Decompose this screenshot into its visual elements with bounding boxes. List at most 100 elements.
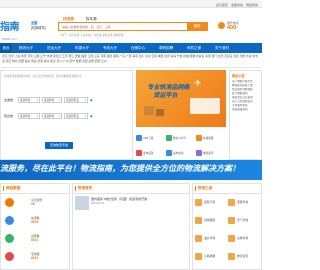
site-domain: 56888.com xyxy=(2,37,17,41)
quick-link[interactable]: 物流资讯 xyxy=(196,148,226,159)
route-search-tip: 请选择出发地和目的地，然后点击查询按钮，即可查看物流专线信息 xyxy=(4,75,82,78)
cargo-icon xyxy=(136,149,142,156)
news-section: 物流资讯 国内首条“中欧”班列（东盟）货运专线开通... 2023-06-12 xyxy=(72,183,190,270)
phone-icon xyxy=(218,22,225,29)
section-header: 物流工具 xyxy=(193,184,261,194)
top-bar: 设为首页 收藏本站 网站导航 xyxy=(0,0,262,8)
notice-item[interactable]: 隐私政策说明 xyxy=(232,108,259,112)
link-set-home[interactable]: 设为首页 xyxy=(216,3,228,7)
news-item[interactable]: 国内首条“中欧”班列（东盟）货运专线开通... 2023-06-12 xyxy=(75,196,187,214)
nav-item-logistics-hall[interactable]: 物流大厅 xyxy=(12,43,40,53)
wechat-icon xyxy=(166,135,172,142)
hotline-number: 400- xyxy=(227,25,239,31)
quick-link[interactable]: APP下载 xyxy=(136,133,166,144)
switch-city-link[interactable]: [切换城市] xyxy=(31,26,49,31)
quick-link[interactable]: 微信公众号 xyxy=(166,133,196,144)
route-search-button[interactable]: 查询物流专线 xyxy=(45,142,73,149)
news-thumbnail xyxy=(75,196,89,210)
to-district-select[interactable]: 请选择区县 xyxy=(64,113,88,120)
box-illustration xyxy=(156,109,164,116)
from-district-select[interactable]: 请选择区县 xyxy=(64,97,88,104)
header: 指南 56888.com 全国 [切换城市] 找货源 找车源 搜索 热门：北京专… xyxy=(0,8,262,42)
route-to-row: 到达地 请选择省 请选择市 请选择区县 ◉ xyxy=(4,112,116,120)
tracking-icon xyxy=(195,216,202,224)
tool-item[interactable]: 物流黄页 xyxy=(228,251,261,261)
site-logo[interactable]: 指南 xyxy=(0,18,20,33)
hot-keywords[interactable]: 热门：北京专线 上海专线 广州专线 深圳专线 成都专线 xyxy=(61,33,124,37)
nav-item-about[interactable]: 关于我们 xyxy=(208,43,236,53)
app-icon xyxy=(136,135,142,142)
stat-item: 今日新增 90 xyxy=(5,198,65,210)
tools-section: 物流工具 运费计算 里程查询 货物跟踪 天气查询 油价查询 违章查询 公路地图 … xyxy=(192,183,262,270)
tool-item[interactable]: 公路地图 xyxy=(195,251,228,261)
box-illustration xyxy=(144,106,154,115)
section-title: 网站数据 xyxy=(6,186,21,190)
news-icon xyxy=(196,149,202,156)
route-search-panel: 请选择出发地和目的地，然后点击查询按钮，即可查看物流专线信息 出发地 请选择省 … xyxy=(0,70,133,160)
tool-item[interactable]: 天气查询 xyxy=(228,215,261,225)
chart-icon xyxy=(5,198,14,207)
section-title: 物流工具 xyxy=(198,186,213,190)
calculator-icon xyxy=(195,198,202,206)
quick-link[interactable]: 发布车源 xyxy=(166,148,196,159)
stat-item: 货源数 8011 xyxy=(5,234,65,246)
nav-item-cargo-hall[interactable]: 货运大厅 xyxy=(40,43,68,53)
location-pin-icon: ◉ xyxy=(90,98,93,102)
nav-item-drivers[interactable]: 司机之家 xyxy=(180,43,208,53)
slogan-text: 流服务，尽在此平台！物流指南，为您提供全方位的物流解决方案！ xyxy=(0,164,240,173)
nav-item-home[interactable]: 首页 xyxy=(0,43,12,53)
from-city-select[interactable]: 请选择市 xyxy=(42,97,62,104)
search-input[interactable] xyxy=(59,23,187,30)
from-province-select[interactable]: 请选择省 xyxy=(18,97,40,104)
truck-illustration xyxy=(190,98,220,114)
nav-item-storage[interactable]: 仓储中心 xyxy=(124,43,152,53)
violation-icon xyxy=(228,234,235,242)
directory-icon xyxy=(228,252,235,260)
hotline: 服务热线 400- xyxy=(218,21,262,33)
tool-item[interactable]: 运费计算 xyxy=(195,197,228,207)
banner-subtitle: 货运平台 xyxy=(153,93,179,99)
notice-title: 网站公告 xyxy=(232,74,245,78)
quick-links: APP下载 微信公众号 在线客服 发布货源 发布车源 物流资讯 xyxy=(136,130,226,158)
stat-item: 车源数 5634 xyxy=(5,216,65,228)
route-from-row: 出发地 请选择省 请选择市 请选择区县 ◉ xyxy=(4,96,116,104)
main-nav: 首页 物流大厅 货运大厅 车源大厅 专线大厅 仓储中心 求职招聘 司机之家 关于… xyxy=(0,43,262,53)
link-favorite[interactable]: 收藏本站 xyxy=(231,3,243,7)
stat-item: 专线数 6011 xyxy=(5,252,65,264)
tool-item[interactable]: 里程查询 xyxy=(228,197,261,207)
tool-item[interactable]: 油价查询 xyxy=(195,233,228,243)
road-map-icon xyxy=(195,252,202,260)
cargo-icon xyxy=(5,234,14,243)
map-icon xyxy=(228,198,235,206)
chat-icon xyxy=(196,135,202,142)
truck-icon xyxy=(5,216,14,225)
promo-banner[interactable]: 专业快消品网络 货运平台 ✈ xyxy=(136,70,226,127)
nav-item-truck-hall[interactable]: 车源大厅 xyxy=(68,43,96,53)
top-links: 设为首页 收藏本站 网站导航 xyxy=(216,3,258,7)
section-title: 物流资讯 xyxy=(78,186,93,190)
news-date: 2023-06-12 xyxy=(91,202,105,205)
to-label: 到达地 xyxy=(4,114,14,118)
notice-card: 网站公告 关于网站升级公告 物流指南新版上线 会员服务调整通知 春节放假通知 诚… xyxy=(229,70,262,160)
city-links[interactable]: 北京 天津 上海 重庆 河北 山西 辽宁 吉林 黑龙江 江苏 浙江 安徽 福建 … xyxy=(0,54,262,68)
link-site-nav[interactable]: 网站导航 xyxy=(246,3,258,7)
stats-section: 网站数据 今日新增 90 车源数 5634 货源数 8011 专线数 6011 xyxy=(0,183,70,270)
news-title[interactable]: 国内首条“中欧”班列（东盟）货运专线开通... xyxy=(91,197,150,201)
tool-item[interactable]: 货物跟踪 xyxy=(195,215,228,225)
plane-icon: ✈ xyxy=(194,78,202,88)
quick-link[interactable]: 发布货源 xyxy=(136,148,166,159)
section-header: 物流资讯 xyxy=(73,184,189,194)
weather-icon xyxy=(228,216,235,224)
to-city-select[interactable]: 请选择市 xyxy=(42,113,62,120)
nav-item-jobs[interactable]: 求职招聘 xyxy=(152,43,180,53)
city-selector[interactable]: 全国 [切换城市] xyxy=(31,21,49,30)
from-label: 出发地 xyxy=(4,98,14,102)
section-header: 网站数据 xyxy=(1,184,69,194)
quick-link[interactable]: 在线客服 xyxy=(196,133,226,144)
to-province-select[interactable]: 请选择省 xyxy=(18,113,40,120)
slogan-banner: 流服务，尽在此平台！物流指南，为您提供全方位的物流解决方案！ xyxy=(0,160,262,180)
search-button[interactable]: 搜索 xyxy=(187,23,207,30)
nav-item-line-hall[interactable]: 专线大厅 xyxy=(96,43,124,53)
fuel-icon xyxy=(195,234,202,242)
tool-item[interactable]: 违章查询 xyxy=(228,233,261,243)
